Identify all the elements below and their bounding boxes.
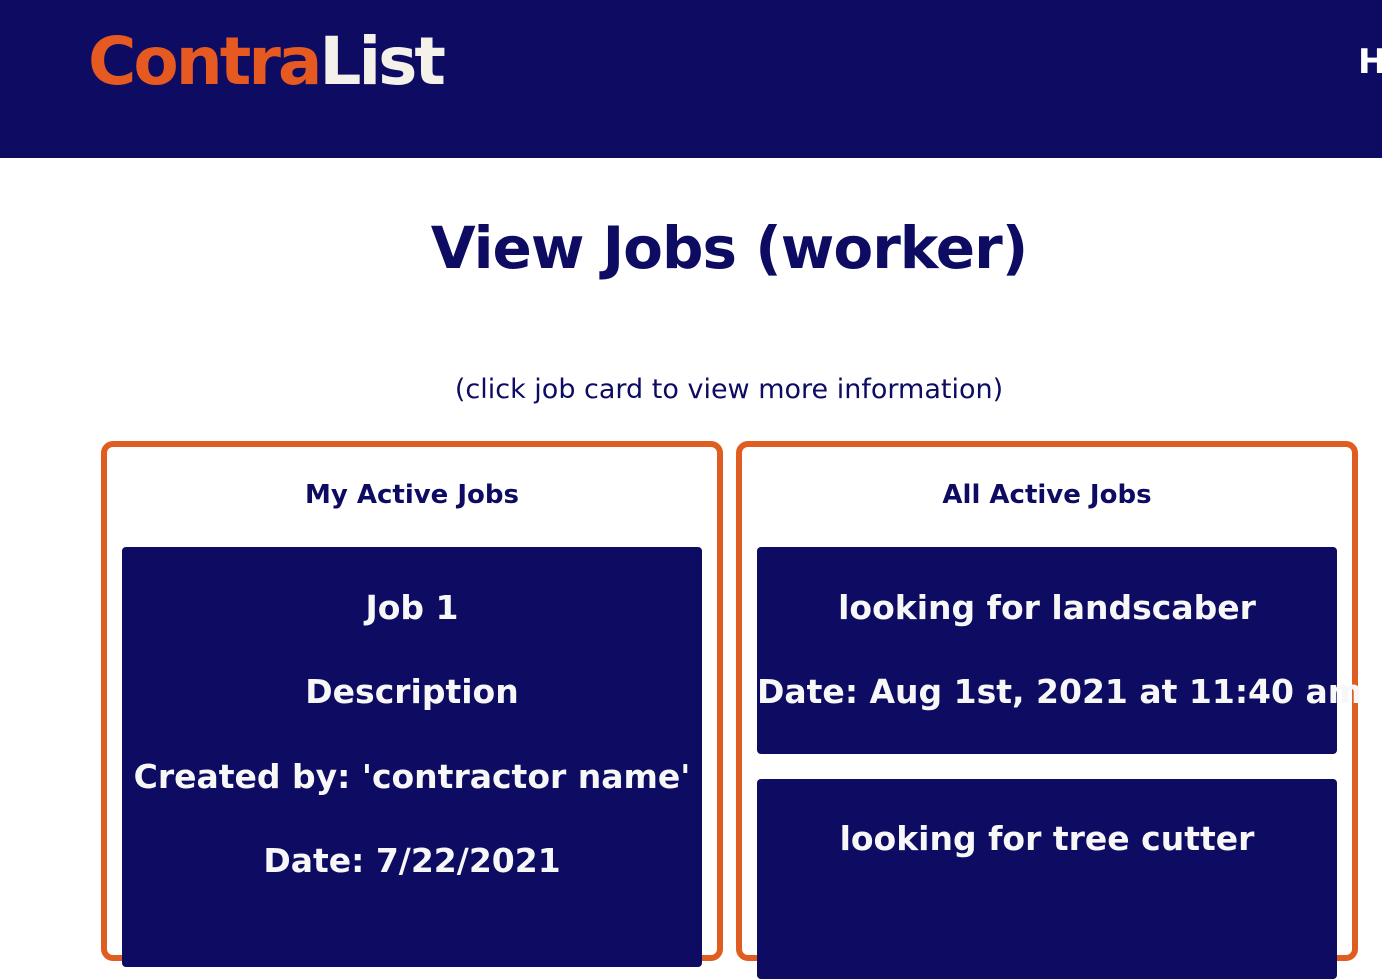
contralist-logo[interactable]: ContraList: [88, 22, 446, 102]
job-card-tree-cutter[interactable]: looking for tree cutter: [757, 779, 1337, 979]
job-created-by: Created by: 'contractor name': [133, 757, 691, 796]
job-title: looking for tree cutter: [839, 819, 1255, 858]
site-header: ContraList H: [0, 0, 1382, 158]
page-title: View Jobs (worker): [430, 214, 1029, 282]
logo-list-text: List: [319, 23, 446, 100]
nav-link-partial[interactable]: H: [1358, 42, 1382, 82]
job-title: looking for landscaber: [838, 588, 1256, 627]
job-title: Job 1: [365, 588, 459, 627]
all-active-jobs-panel: All Active Jobs looking for landscaber D…: [736, 441, 1363, 979]
job-date: Date: 7/22/2021: [263, 841, 561, 880]
page-subtitle: (click job card to view more information…: [454, 374, 1004, 405]
my-job-card[interactable]: Job 1 Description Created by: 'contracto…: [122, 547, 702, 967]
job-date: Date: Aug 1st, 2021 at 11:40 am: [757, 672, 1363, 711]
logo-contra-text: Contra: [88, 23, 322, 100]
my-active-jobs-panel: My Active Jobs Job 1 Description Created…: [101, 441, 723, 967]
job-card-landscaper[interactable]: looking for landscaber Date: Aug 1st, 20…: [757, 547, 1363, 754]
job-description: Description: [305, 672, 519, 711]
all-active-jobs-title: All Active Jobs: [942, 480, 1152, 510]
my-active-jobs-title: My Active Jobs: [304, 480, 519, 510]
